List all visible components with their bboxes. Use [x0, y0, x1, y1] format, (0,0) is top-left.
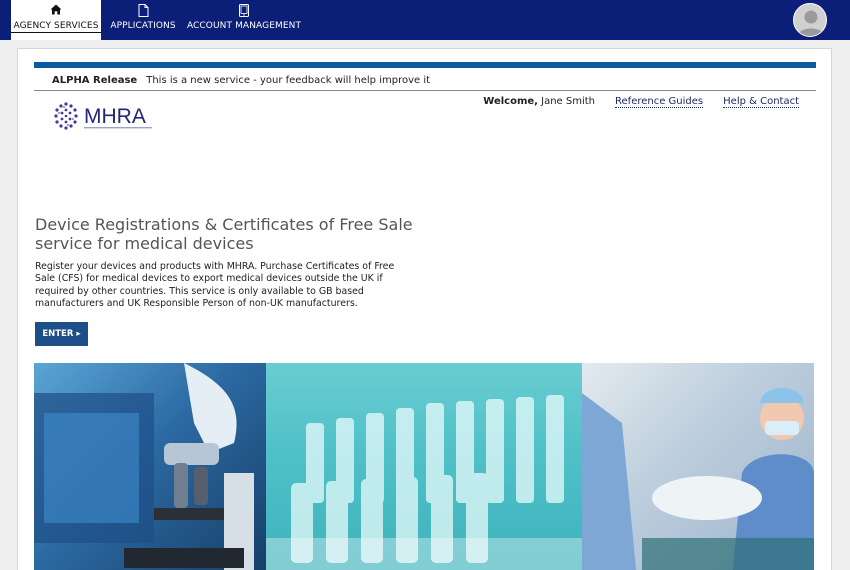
reference-guides-link[interactable]: Reference Guides: [615, 96, 704, 108]
mhra-logo[interactable]: MHRA: [52, 99, 162, 135]
user-name: Jane Smith: [541, 96, 596, 107]
nav-applications-label: APPLICATIONS: [110, 21, 176, 31]
user-avatar-icon[interactable]: [793, 3, 827, 37]
welcome-label: Welcome,: [483, 96, 538, 107]
vials-image: [266, 363, 582, 570]
nav-agency-services[interactable]: AGENCY SERVICES: [11, 0, 101, 40]
help-contact-link[interactable]: Help & Contact: [723, 96, 799, 108]
enter-button[interactable]: ENTER ▸: [35, 322, 88, 346]
header-links: Welcome, Jane Smith Reference Guides Hel…: [483, 96, 799, 108]
home-icon: [11, 0, 101, 18]
nav-agency-services-label: AGENCY SERVICES: [11, 21, 101, 33]
alpha-banner: ALPHA Release This is a new service - you…: [52, 75, 430, 86]
welcome-text: Welcome, Jane Smith: [483, 96, 595, 108]
main-card: ALPHA Release This is a new service - you…: [17, 48, 832, 570]
nav-account-management-label: ACCOUNT MANAGEMENT: [186, 21, 302, 31]
service-description: Register your devices and products with …: [35, 261, 395, 310]
nav-applications[interactable]: APPLICATIONS: [107, 0, 179, 40]
tablet-icon: [185, 0, 303, 18]
microscope-image: [34, 363, 266, 570]
page-title: Device Registrations & Certificates of F…: [35, 215, 413, 253]
accent-bar: [34, 62, 816, 68]
hero-images: [34, 363, 816, 570]
top-navigation: AGENCY SERVICES APPLICATIONS ACCOUNT MAN…: [0, 0, 850, 40]
surgeons-image: [582, 363, 814, 570]
banner-divider: [34, 90, 816, 91]
alpha-message: This is a new service - your feedback wi…: [146, 75, 431, 86]
mhra-logo-text: MHRA: [84, 105, 146, 128]
alpha-tag: ALPHA Release: [52, 75, 138, 86]
nav-account-management[interactable]: ACCOUNT MANAGEMENT: [185, 0, 303, 40]
document-icon: [107, 0, 179, 18]
